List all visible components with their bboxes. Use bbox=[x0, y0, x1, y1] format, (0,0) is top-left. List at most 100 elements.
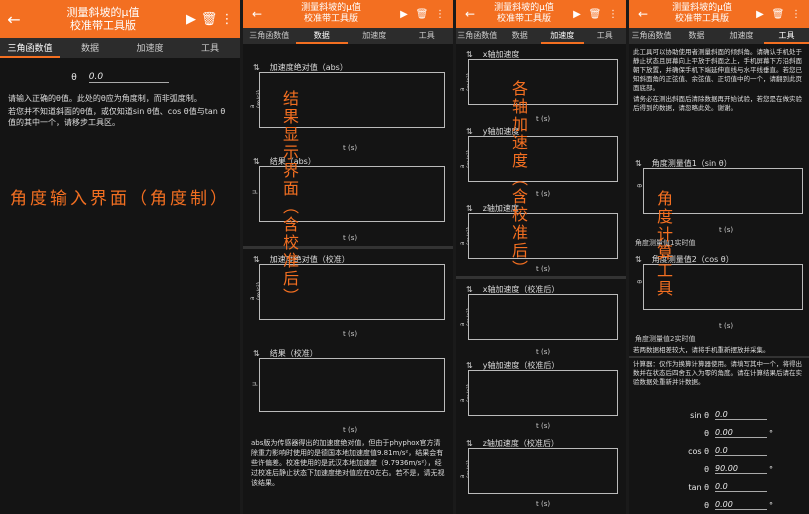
tab-tools[interactable]: 工具 bbox=[401, 28, 454, 44]
trash-icon[interactable]: 🗑 bbox=[586, 9, 604, 20]
play-icon[interactable]: ▶ bbox=[568, 9, 586, 20]
calc-tan-theta-row: θ 0.00 ° bbox=[673, 500, 773, 510]
graph-plot[interactable] bbox=[259, 358, 445, 412]
app-title-line2: 校准带工具版 bbox=[496, 14, 551, 24]
x-axis-label: t (s) bbox=[719, 226, 734, 234]
calc-unit: ° bbox=[769, 464, 773, 474]
calculator-intro: 计算器：仅作为换算计算器使用。请填写其中一个，将得出数并在状态后四舍五入为零的角… bbox=[633, 360, 802, 386]
tab-tools[interactable]: 工具 bbox=[180, 38, 240, 58]
calc-cos-row: cos θ 0.0 bbox=[673, 446, 769, 456]
x-axis-label: t (s) bbox=[343, 330, 358, 338]
graph-plot[interactable] bbox=[468, 213, 618, 259]
x-axis-label: t (s) bbox=[536, 500, 551, 508]
graph-plot[interactable] bbox=[468, 448, 618, 494]
tab-trig-values[interactable]: 三角函数值 bbox=[243, 28, 296, 44]
calc-sin-theta-output: 0.00 bbox=[715, 428, 767, 438]
theta-input-row: θ 0.0 bbox=[0, 72, 240, 83]
tab-data[interactable]: 数据 bbox=[499, 28, 542, 44]
tab-trig-values[interactable]: 三角函数值 bbox=[629, 28, 674, 44]
graph-plot[interactable] bbox=[468, 370, 618, 416]
graph-section-y-calibrated: ⇅y轴加速度（校准后） a (m/s²) t (s) bbox=[456, 358, 626, 430]
y-axis-label: μ bbox=[251, 190, 258, 194]
expand-collapse-icon[interactable]: ⇅ bbox=[253, 349, 260, 358]
tab-data[interactable]: 数据 bbox=[60, 38, 120, 58]
more-vert-icon[interactable]: ⋮ bbox=[431, 9, 449, 20]
graph-plot[interactable] bbox=[468, 136, 618, 182]
more-vert-icon[interactable]: ⋮ bbox=[604, 9, 622, 20]
expand-collapse-icon[interactable]: ⇅ bbox=[635, 255, 642, 264]
trash-icon[interactable]: 🗑 bbox=[413, 9, 431, 20]
theta-label: θ bbox=[71, 72, 77, 83]
x-axis-label: t (s) bbox=[536, 115, 551, 123]
graph-section-calib-accel: ⇅加速度绝对值（校准） a (m/s²) t (s) bbox=[243, 252, 453, 338]
screen-axis-acceleration: ← 测量斜坡的μ值 校准带工具版 ▶ 🗑 ⋮ 三角函数值 数据 加速度 工具 ⇅… bbox=[456, 0, 626, 514]
section-title: 角度测量值1（sin θ） bbox=[651, 158, 732, 168]
calc-sin-input[interactable]: 0.0 bbox=[715, 410, 767, 420]
arrow-left-icon[interactable]: ← bbox=[460, 7, 480, 21]
trash-icon[interactable]: 🗑 bbox=[200, 12, 218, 27]
theta-input[interactable]: 0.0 bbox=[88, 72, 169, 83]
tab-acceleration[interactable]: 加速度 bbox=[719, 28, 764, 44]
app-bar: ← 测量斜坡的μ值 校准带工具版 ▶ 🗑 ⋮ bbox=[456, 0, 626, 28]
tab-trig-values[interactable]: 三角函数值 bbox=[456, 28, 499, 44]
graph-section-z-calibrated: ⇅z轴加速度（校准后） a (m/s²) t (s) bbox=[456, 436, 626, 508]
calc-tan-row: tan θ 0.0 bbox=[673, 482, 769, 492]
tab-tools[interactable]: 工具 bbox=[764, 28, 809, 44]
calc-sin-row: sin θ 0.0 bbox=[673, 410, 769, 420]
tab-acceleration[interactable]: 加速度 bbox=[541, 28, 584, 44]
calc-cos-input[interactable]: 0.0 bbox=[715, 446, 767, 456]
divider bbox=[243, 246, 453, 249]
tab-data[interactable]: 数据 bbox=[295, 28, 348, 44]
expand-collapse-icon[interactable]: ⇅ bbox=[466, 439, 473, 448]
screen-angle-input: ← 测量斜坡的μ值 校准带工具版 ▶ 🗑 ⋮ 三角函数值 数据 加速度 工具 θ… bbox=[0, 0, 240, 514]
x-axis-label: t (s) bbox=[536, 348, 551, 356]
expand-collapse-icon[interactable]: ⇅ bbox=[466, 285, 473, 294]
realtime-value-label: 角度测量值2实时值 bbox=[635, 335, 696, 343]
annotation-label: 结果显示界面（含校准后） bbox=[280, 90, 299, 306]
expand-collapse-icon[interactable]: ⇅ bbox=[253, 157, 260, 166]
expand-collapse-icon[interactable]: ⇅ bbox=[466, 127, 473, 136]
graph-plot[interactable] bbox=[468, 59, 618, 105]
arrow-left-icon[interactable]: ← bbox=[4, 10, 24, 29]
tab-bar: 三角函数值 数据 加速度 工具 bbox=[629, 28, 809, 44]
more-vert-icon[interactable]: ⋮ bbox=[787, 9, 805, 20]
tab-acceleration[interactable]: 加速度 bbox=[348, 28, 401, 44]
graph-section-y: ⇅y轴加速度 a (m/s²) t (s) bbox=[456, 124, 626, 198]
play-icon[interactable]: ▶ bbox=[751, 9, 769, 20]
graph-plot[interactable] bbox=[468, 294, 618, 340]
trash-icon[interactable]: 🗑 bbox=[769, 9, 787, 20]
expand-collapse-icon[interactable]: ⇅ bbox=[466, 361, 473, 370]
footer-note: abs版为传感器得出的加速度绝对值，但由于phyphox官方清除重力影响时使用的… bbox=[251, 439, 445, 487]
annotation-label: 角度计算工具 bbox=[654, 190, 673, 298]
tab-trig-values[interactable]: 三角函数值 bbox=[0, 38, 60, 58]
tab-bar: 三角函数值 数据 加速度 工具 bbox=[0, 38, 240, 58]
calc-tan-input[interactable]: 0.0 bbox=[715, 482, 767, 492]
expand-collapse-icon[interactable]: ⇅ bbox=[466, 50, 473, 59]
graph-section-abs-accel: ⇅加速度绝对值（abs） a (m/s²) t (s) bbox=[243, 60, 453, 152]
app-title-line1: 测量斜坡的μ值 bbox=[672, 3, 732, 13]
tab-acceleration[interactable]: 加速度 bbox=[120, 38, 180, 58]
app-title-line1: 测量斜坡的μ值 bbox=[301, 3, 361, 13]
graph-section-abs-result: ⇅ 结果（abs） μ t (s) bbox=[243, 154, 453, 242]
section-title: z轴加速度（校准后） bbox=[482, 438, 559, 448]
arrow-left-icon[interactable]: ← bbox=[633, 7, 653, 21]
play-icon[interactable]: ▶ bbox=[182, 12, 200, 27]
calc-label: θ bbox=[704, 500, 709, 510]
tab-data[interactable]: 数据 bbox=[674, 28, 719, 44]
expand-collapse-icon[interactable]: ⇅ bbox=[253, 255, 260, 264]
expand-collapse-icon[interactable]: ⇅ bbox=[253, 63, 260, 72]
annotation-label: 各轴加速度（含校准后） bbox=[509, 80, 528, 278]
calc-cos-theta-output: 90.00 bbox=[715, 464, 767, 474]
play-icon[interactable]: ▶ bbox=[395, 9, 413, 20]
calc-cos-theta-row: θ 90.00 ° bbox=[673, 464, 773, 474]
expand-collapse-icon[interactable]: ⇅ bbox=[635, 159, 642, 168]
tab-tools[interactable]: 工具 bbox=[584, 28, 627, 44]
expand-collapse-icon[interactable]: ⇅ bbox=[466, 204, 473, 213]
graph-section-sin: ⇅ 角度测量值1（sin θ） θ t (s) 角度测量值1实时值 bbox=[629, 156, 809, 247]
app-title-line2: 校准带工具版 bbox=[674, 14, 729, 24]
arrow-left-icon[interactable]: ← bbox=[247, 7, 267, 21]
divider bbox=[456, 276, 626, 279]
more-vert-icon[interactable]: ⋮ bbox=[218, 12, 236, 27]
section-title: y轴加速度（校准后） bbox=[482, 360, 560, 370]
tab-bar: 三角函数值 数据 加速度 工具 bbox=[456, 28, 626, 44]
